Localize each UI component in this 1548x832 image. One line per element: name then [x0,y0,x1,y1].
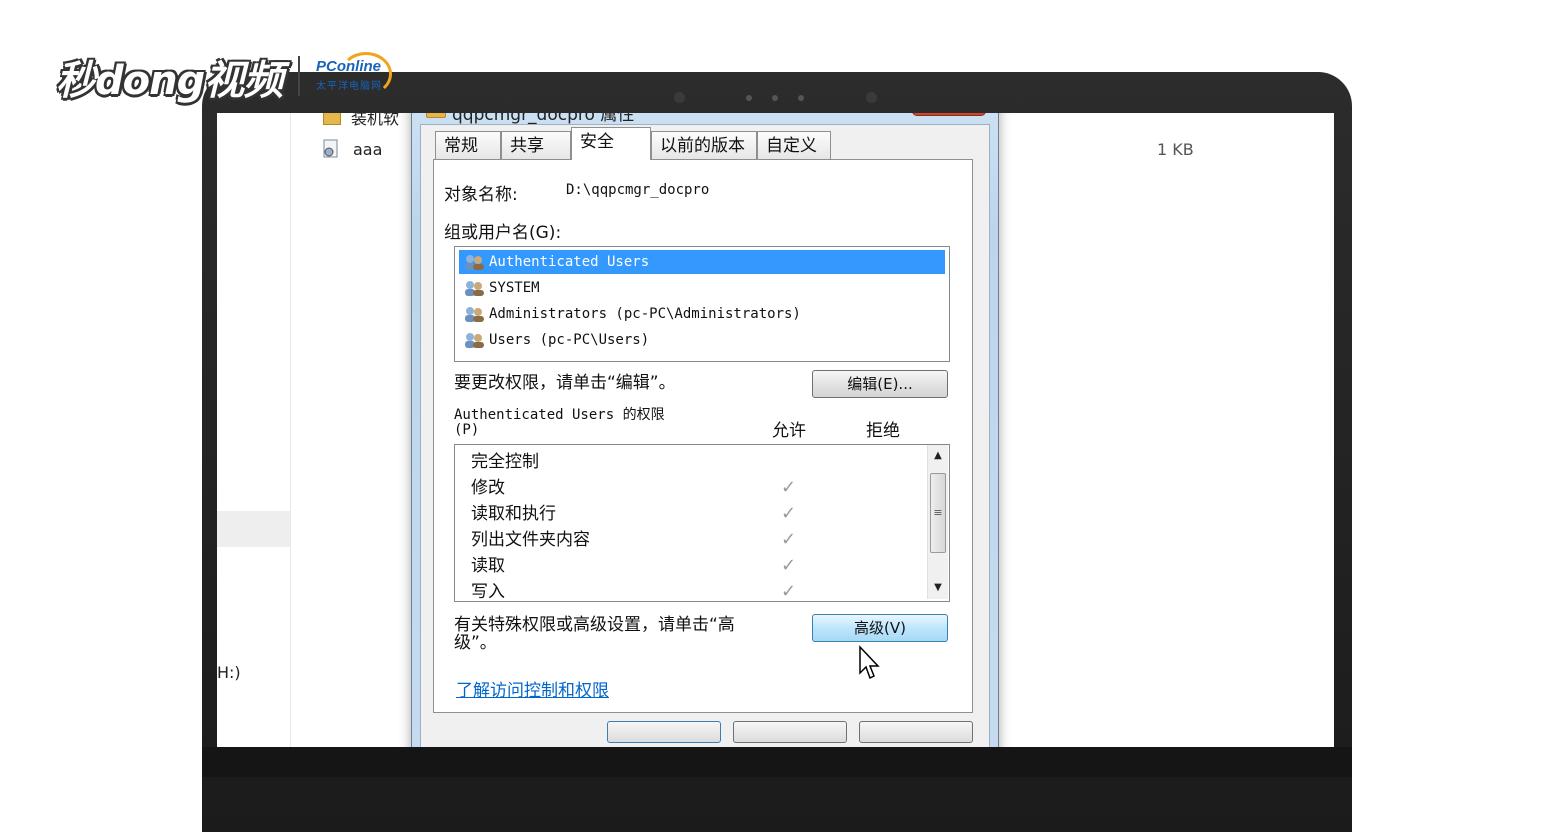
logo-divider [298,56,300,96]
apply-button[interactable] [859,721,973,743]
file-icon [323,139,338,158]
permission-row: 写入 [471,579,505,602]
allow-column-header: 允许 [772,421,806,441]
tab-previous-versions[interactable]: 以前的版本 [651,131,757,159]
user-name: Administrators (pc-PC\Administrators) [489,306,801,322]
ok-button[interactable] [607,721,721,743]
tab-general[interactable]: 常规 [435,131,501,159]
tab-security[interactable]: 安全 [571,127,651,160]
edit-button[interactable]: 编辑(E)... [812,370,948,398]
camera-dot [674,92,685,103]
users-icon [465,333,484,348]
check-icon: ✓ [781,529,797,550]
folder-icon [323,113,341,125]
partner-logo: PConline [316,58,382,75]
list-item[interactable]: Authenticated Users [459,250,945,274]
advanced-button[interactable]: 高级(V) [812,614,948,642]
tab-customize[interactable]: 自定义 [757,131,831,159]
check-icon: ✓ [781,477,797,498]
scroll-thumb[interactable]: ≡ [930,473,946,553]
sensor-dot [772,95,778,101]
users-icon [465,255,484,270]
permission-row: 完全控制 [471,449,539,475]
user-name: Authenticated Users [489,254,650,270]
laptop-bezel-bottom [202,747,1352,777]
scroll-up-icon[interactable]: ▲ [928,447,948,465]
check-icon: ✓ [781,503,797,524]
camera-dot [866,92,877,103]
drive-label[interactable]: H:) [217,663,241,682]
scrollbar[interactable]: ▲ ≡ ▼ [927,445,948,599]
explorer-nav-pane [217,113,291,747]
tab-sharing[interactable]: 共享 [501,131,571,159]
scroll-down-icon[interactable]: ▼ [928,579,948,597]
users-icon [465,281,484,296]
list-item[interactable]: Administrators (pc-PC\Administrators) [459,302,945,326]
change-permissions-hint: 要更改权限，请单击“编辑”。 [454,373,676,393]
sensor-dot [746,95,752,101]
permissions-list[interactable]: 完全控制 修改 ✓ 读取和执行 ✓ 列出文件夹内容 ✓ 读取 ✓ 写入 ✓ ▲ … [454,444,950,602]
object-name-value: D:\qqpcmgr_docpro [566,182,710,198]
user-name: Users (pc-PC\Users) [489,332,650,348]
permission-name: 读取 [471,556,505,576]
sensor-dot [798,95,804,101]
close-button[interactable] [912,113,986,116]
permissions-title: Authenticated Users 的权限 [454,407,665,423]
list-item[interactable]: Users (pc-PC\Users) [459,328,945,352]
groups-label: 组或用户名(G): [444,223,562,243]
security-tab-panel: 对象名称: D:\qqpcmgr_docpro 组或用户名(G): Authen… [433,159,973,713]
learn-access-control-link[interactable]: 了解访问控制和权限 [456,676,609,701]
partner-logo-subtitle: 太平洋电脑网 [316,81,382,92]
cancel-button[interactable] [733,721,847,743]
nav-pane-divider [217,511,290,547]
folder-icon [426,113,446,118]
permission-name: 列出文件夹内容 [471,530,590,550]
users-icon [465,307,484,322]
permission-name: 写入 [471,582,505,602]
check-icon: ✓ [781,555,797,576]
list-item[interactable]: SYSTEM [459,276,945,300]
user-name: SYSTEM [489,280,540,296]
permission-row: 读取和执行 [471,501,556,527]
file-size: 1 KB [1157,140,1194,159]
permission-row: 读取 [471,553,505,579]
deny-column-header: 拒绝 [866,421,900,441]
properties-dialog: qqpcmgr_docpro 属性 常规 共享 安全 以前的版本 自定义 对象名… [411,113,999,747]
permission-name: 读取和执行 [471,504,556,524]
permission-row: 列出文件夹内容 [471,527,590,553]
mouse-cursor-icon [859,645,880,680]
permission-name: 完全控制 [471,452,539,472]
file-list-item[interactable]: 装机软 [351,113,399,129]
advanced-hint-line2: 级”。 [454,633,497,653]
brand-logo: 秒dong视频 [56,58,283,104]
check-icon: ✓ [781,581,797,602]
permission-name: 修改 [471,478,505,498]
users-list[interactable]: Authenticated Users SYSTEM Administrator… [454,246,950,362]
file-name[interactable]: aaa [353,140,382,159]
dialog-body: 常规 共享 安全 以前的版本 自定义 对象名称: D:\qqpcmgr_docp… [420,124,990,747]
permissions-title-accel: (P) [454,422,480,438]
object-name-label: 对象名称: [444,185,518,205]
laptop-screen: H:) 装机软 aaa 1 KB qqpcmgr_docpro 属性 常规 共享… [217,113,1334,747]
permission-row: 修改 [471,475,505,501]
